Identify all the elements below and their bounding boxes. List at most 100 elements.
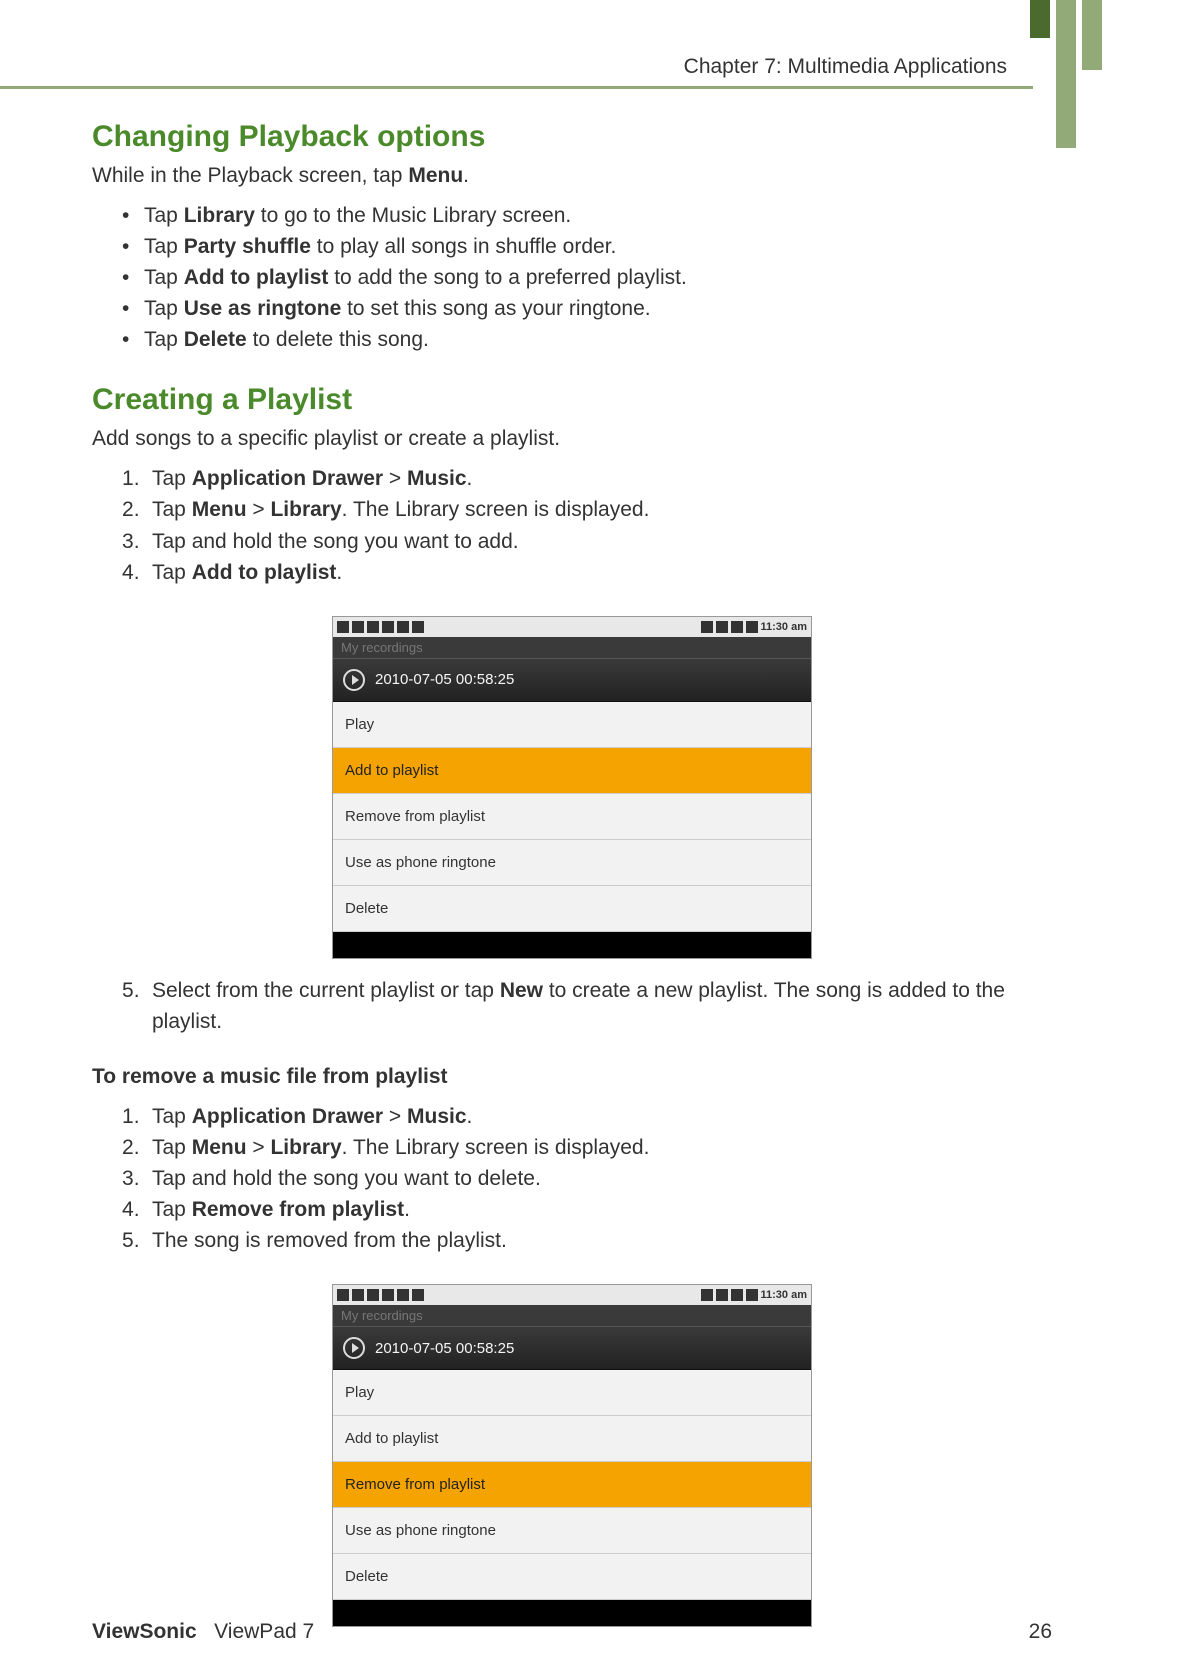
menu-item-add-to-playlist[interactable]: Add to playlist bbox=[333, 1416, 811, 1462]
text: Tap and hold the song you want to add. bbox=[152, 530, 519, 553]
list-item: Tap and hold the song you want to delete… bbox=[122, 1163, 1052, 1194]
intro-text: While in the Playback screen, tap Menu. bbox=[92, 164, 1052, 188]
mail-icon bbox=[352, 621, 364, 633]
list-item: Select from the current playlist or tap … bbox=[122, 975, 1052, 1037]
bt-icon bbox=[382, 621, 394, 633]
list-item: The song is removed from the playlist. bbox=[122, 1225, 1052, 1256]
ordered-steps: Tap Application Drawer > Music. Tap Menu… bbox=[92, 463, 1052, 587]
play-circle-icon bbox=[343, 669, 365, 691]
text: The song is removed from the playlist. bbox=[152, 1229, 507, 1252]
text: Tap bbox=[144, 204, 184, 227]
text: . The Library screen is displayed. bbox=[342, 498, 650, 521]
text: Tap bbox=[152, 1198, 192, 1221]
status-right: 11:30 am bbox=[701, 621, 807, 633]
android-status-bar: 11:30 am bbox=[333, 1285, 811, 1305]
text: . bbox=[463, 164, 469, 187]
bt-icon bbox=[382, 1289, 394, 1301]
text: to go to the Music Library screen. bbox=[255, 204, 571, 227]
text-bold: Add to playlist bbox=[184, 266, 329, 289]
status-right: 11:30 am bbox=[701, 1289, 807, 1301]
text: Tap and hold the song you want to delete… bbox=[152, 1167, 541, 1190]
menu-item-remove-from-playlist[interactable]: Remove from playlist bbox=[333, 1462, 811, 1508]
warning-icon bbox=[337, 1289, 349, 1301]
text: > bbox=[247, 1136, 271, 1159]
menu-item-play[interactable]: Play bbox=[333, 702, 811, 748]
text: Tap bbox=[152, 498, 192, 521]
signal-icon bbox=[716, 1289, 728, 1301]
text: Tap bbox=[152, 1136, 192, 1159]
menu-item-play[interactable]: Play bbox=[333, 1370, 811, 1416]
page-number: 26 bbox=[1029, 1620, 1052, 1644]
ribbon-bar bbox=[1030, 0, 1050, 38]
list-item: Tap Remove from playlist. bbox=[122, 1194, 1052, 1225]
text: . bbox=[467, 1105, 473, 1128]
tab-bar: My recordings bbox=[333, 637, 811, 658]
wifi-icon bbox=[731, 1289, 743, 1301]
intro-text: Add songs to a specific playlist or crea… bbox=[92, 427, 1052, 451]
text: > bbox=[247, 498, 271, 521]
text-bold: Use as ringtone bbox=[184, 297, 342, 320]
menu-item-delete[interactable]: Delete bbox=[333, 886, 811, 932]
text: . bbox=[404, 1198, 410, 1221]
screenshot-add-to-playlist: 11:30 am My recordings 2010-07-05 00:58:… bbox=[332, 616, 812, 959]
context-menu-title: 2010-07-05 00:58:25 bbox=[333, 658, 811, 702]
list-item: Tap Delete to delete this song. bbox=[122, 324, 1052, 355]
chapter-label: Chapter 7: Multimedia Applications bbox=[684, 55, 1007, 79]
tab-bar: My recordings bbox=[333, 1305, 811, 1326]
mail-icon bbox=[352, 1289, 364, 1301]
text-bold: Remove from playlist bbox=[192, 1198, 404, 1221]
text-bold: Music bbox=[407, 467, 467, 490]
text: . bbox=[336, 561, 342, 584]
text: > bbox=[383, 1105, 407, 1128]
top-rule bbox=[0, 86, 1033, 89]
list-item: Tap Use as ringtone to set this song as … bbox=[122, 293, 1052, 324]
text-bold: Menu bbox=[408, 164, 463, 187]
text: Tap bbox=[144, 235, 184, 258]
signal-icon bbox=[701, 621, 713, 633]
text: While in the Playback screen, tap bbox=[92, 164, 408, 187]
status-left-icons bbox=[337, 1289, 424, 1301]
text-bold: Menu bbox=[192, 1136, 247, 1159]
text: Select from the current playlist or tap bbox=[152, 979, 500, 1002]
signal-icon bbox=[716, 621, 728, 633]
menu-item-remove-from-playlist[interactable]: Remove from playlist bbox=[333, 794, 811, 840]
list-item: Tap Add to playlist. bbox=[122, 557, 1052, 588]
text-bold: Application Drawer bbox=[192, 467, 383, 490]
heading-changing-playback: Changing Playback options bbox=[92, 120, 1052, 154]
text: to add the song to a preferred playlist. bbox=[328, 266, 686, 289]
battery-icon bbox=[746, 1289, 758, 1301]
menu-item-add-to-playlist[interactable]: Add to playlist bbox=[333, 748, 811, 794]
menu-item-use-as-ringtone[interactable]: Use as phone ringtone bbox=[333, 1508, 811, 1554]
sd-icon bbox=[367, 621, 379, 633]
android-status-bar: 11:30 am bbox=[333, 617, 811, 637]
play-icon bbox=[412, 621, 424, 633]
warning-icon bbox=[337, 621, 349, 633]
text-bold: Party shuffle bbox=[184, 235, 311, 258]
play-icon bbox=[412, 1289, 424, 1301]
list-item: Tap Menu > Library. The Library screen i… bbox=[122, 494, 1052, 525]
list-item: Tap Add to playlist to add the song to a… bbox=[122, 262, 1052, 293]
text: Tap bbox=[144, 297, 184, 320]
text: Tap bbox=[152, 1105, 192, 1128]
text: > bbox=[383, 467, 407, 490]
warning-icon bbox=[397, 1289, 409, 1301]
track-title: 2010-07-05 00:58:25 bbox=[375, 1340, 514, 1357]
clock-time: 11:30 am bbox=[761, 621, 807, 633]
play-circle-icon bbox=[343, 1337, 365, 1359]
text-bold: Application Drawer bbox=[192, 1105, 383, 1128]
text: Tap bbox=[152, 467, 192, 490]
menu-item-delete[interactable]: Delete bbox=[333, 1554, 811, 1600]
text: Tap bbox=[144, 266, 184, 289]
screenshot-remove-from-playlist: 11:30 am My recordings 2010-07-05 00:58:… bbox=[332, 1284, 812, 1627]
context-menu-title: 2010-07-05 00:58:25 bbox=[333, 1326, 811, 1370]
text: to set this song as your ringtone. bbox=[341, 297, 650, 320]
wifi-icon bbox=[731, 621, 743, 633]
menu-item-use-as-ringtone[interactable]: Use as phone ringtone bbox=[333, 840, 811, 886]
list-item: Tap Library to go to the Music Library s… bbox=[122, 200, 1052, 231]
text: . bbox=[467, 467, 473, 490]
text: Tap bbox=[152, 561, 192, 584]
bullet-list: Tap Library to go to the Music Library s… bbox=[92, 200, 1052, 355]
brand-name: ViewSonic bbox=[92, 1620, 197, 1643]
text-bold: Library bbox=[270, 1136, 341, 1159]
text-bold: Library bbox=[270, 498, 341, 521]
